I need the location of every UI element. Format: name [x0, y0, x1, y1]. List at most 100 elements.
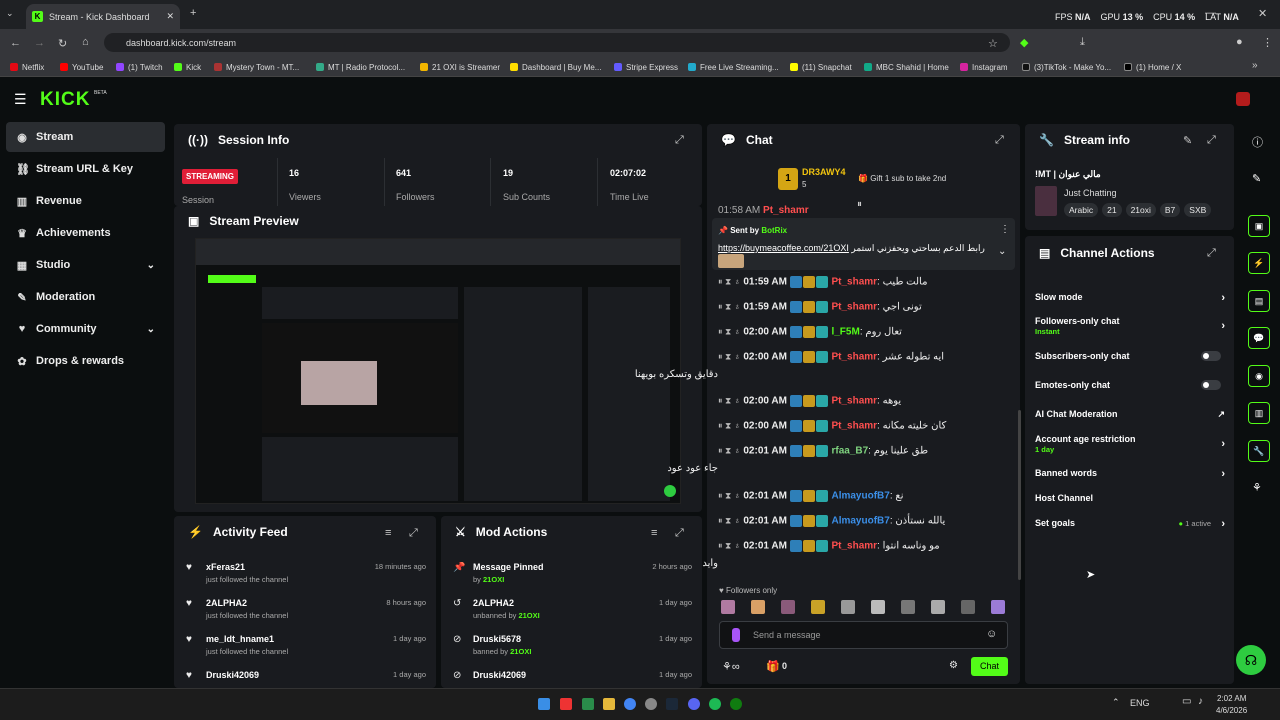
pinned-message[interactable]: 📌 Sent by BotRix ⋮ https://buymeacoffee.…	[712, 218, 1015, 270]
emoji-picker-icon[interactable]: ☺	[986, 628, 997, 640]
emote-icon[interactable]	[751, 600, 765, 614]
send-chat-button[interactable]: Chat	[971, 657, 1008, 676]
edit-rail-icon[interactable]: ✎	[1252, 172, 1261, 185]
new-tab-icon[interactable]: +	[190, 7, 196, 19]
gifter-name[interactable]: DR3AWY4	[802, 167, 846, 177]
chat-username[interactable]: Pt_shamr	[831, 352, 877, 363]
feed-name[interactable]: 2ALPHA2	[206, 598, 247, 608]
bookmark-star-icon[interactable]: ☆	[988, 37, 998, 50]
feed-name[interactable]: me_ldt_hname1	[206, 634, 274, 644]
set-goals-action[interactable]: Set goals ● 1 active ›	[1035, 518, 1225, 530]
category-name[interactable]: Just Chatting	[1064, 188, 1117, 198]
chat-username[interactable]: Pt_shamr	[831, 396, 877, 407]
bookmark-5[interactable]: MT | Radio Protocol...	[316, 57, 405, 77]
slow-mode-action[interactable]: Slow mode ›	[1035, 292, 1225, 304]
pinned-link[interactable]: https://buymeacoffee.com/21OXI	[718, 243, 849, 253]
reload-icon[interactable]: ↻	[58, 37, 67, 50]
feed-name[interactable]: xFeras21	[206, 562, 245, 572]
language-indicator[interactable]: ENG	[1130, 698, 1150, 708]
sidebar-item-achievements[interactable]: ♛ Achievements	[6, 218, 165, 248]
bookmark-2[interactable]: (1) Twitch	[116, 57, 163, 77]
expand-icon[interactable]: ⤢	[995, 134, 1004, 147]
mod-who[interactable]: 21OXI	[518, 611, 539, 620]
mod-who[interactable]: 21OXI	[483, 575, 504, 584]
rail-btn-1[interactable]: ▣	[1248, 215, 1270, 237]
kick-logo[interactable]: KICK	[40, 89, 90, 111]
chat-username[interactable]: l_F5M	[831, 327, 859, 338]
extension-shield-icon[interactable]: ◆	[1020, 36, 1028, 49]
mod-who[interactable]: 21OXI	[510, 647, 531, 656]
volume-icon[interactable]: ♪	[1198, 696, 1203, 707]
chat-settings-icon[interactable]: ⚙	[949, 660, 958, 671]
minimize-icon[interactable]: —	[1205, 7, 1216, 19]
profile-avatar-icon[interactable]: ●	[1236, 36, 1243, 48]
chat-username[interactable]: rfaa_B7	[831, 446, 868, 457]
info-icon[interactable]: ⓘ	[1252, 134, 1263, 150]
expand-icon[interactable]: ⤢	[1207, 247, 1216, 260]
tag-chip[interactable]: 21	[1102, 203, 1122, 217]
sidebar-item-moderation[interactable]: ✎ Moderation	[6, 282, 165, 312]
emote-icon[interactable]	[811, 600, 825, 614]
support-headset-icon[interactable]: ☊	[1236, 645, 1266, 675]
close-window-icon[interactable]: ✕	[1258, 7, 1267, 20]
bookmark-9[interactable]: Free Live Streaming...	[688, 57, 779, 77]
banned-words-action[interactable]: Banned words ›	[1035, 468, 1225, 480]
gift-box-icon[interactable]: 🎁	[766, 660, 780, 673]
pinned-author[interactable]: BotRix	[761, 226, 787, 235]
forward-icon[interactable]: →	[34, 37, 45, 49]
emote-icon[interactable]	[841, 600, 855, 614]
edit-icon[interactable]: ✎	[1183, 134, 1192, 147]
menu-kebab-icon[interactable]: ⋮	[1262, 36, 1273, 49]
windows-start-icon[interactable]	[538, 698, 550, 710]
clock-time[interactable]: 2:02 AM	[1217, 694, 1246, 703]
emote-icon[interactable]	[991, 600, 1005, 614]
expand-icon[interactable]: ⤢	[675, 134, 684, 147]
bookmark-3[interactable]: Kick	[174, 57, 201, 77]
chat-username[interactable]: Pt_shamr	[831, 277, 877, 288]
bookmark-0[interactable]: Netflix	[10, 57, 44, 77]
browser-tab[interactable]: K Stream - Kick Dashboard ✕	[26, 4, 180, 29]
bookmark-6[interactable]: 21 OXI is Streamer	[420, 57, 500, 77]
bookmark-1[interactable]: YouTube	[60, 57, 103, 77]
sidebar-item-drops-rewards[interactable]: ✿ Drops & rewards	[6, 346, 165, 376]
more-bookmarks-icon[interactable]: »	[1252, 60, 1258, 71]
sidebar-item-revenue[interactable]: ▥ Revenue	[6, 186, 165, 216]
sidebar-item-stream-url-key[interactable]: ⛓ Stream URL & Key	[6, 154, 165, 184]
taskbar-steam-icon[interactable]	[666, 698, 678, 710]
bookmark-10[interactable]: (11) Snapchat	[790, 57, 852, 77]
chat-username[interactable]: Pt_shamr	[831, 541, 877, 552]
rail-btn-7[interactable]: 🔧	[1248, 440, 1270, 462]
network-icon[interactable]: ▭	[1182, 696, 1191, 707]
chat-username[interactable]: Pt_shamr	[763, 205, 809, 215]
tray-chevron-icon[interactable]: ⌃	[1112, 697, 1120, 708]
account-age-action[interactable]: Account age restriction 1 day ›	[1035, 434, 1225, 454]
more-options-icon[interactable]: ⋮	[1000, 224, 1010, 235]
chat-username[interactable]: AlmayuofB7	[831, 491, 889, 502]
bookmark-11[interactable]: MBC Shahid | Home	[864, 57, 949, 77]
sidebar-item-community[interactable]: ♥ Community ⌄	[6, 314, 165, 344]
bookmark-4[interactable]: Mystery Town - MT...	[214, 57, 299, 77]
taskbar-spotify-icon[interactable]	[709, 698, 721, 710]
tag-chip[interactable]: B7	[1159, 203, 1181, 217]
taskbar-discord-icon[interactable]	[688, 698, 700, 710]
filter-icon[interactable]: ≡	[385, 527, 391, 539]
taskbar-chrome-icon[interactable]	[624, 698, 636, 710]
host-channel-action[interactable]: Host Channel	[1035, 493, 1225, 503]
feed-name[interactable]: Druski42069	[206, 670, 259, 680]
hamburger-menu-icon[interactable]: ☰	[14, 91, 27, 108]
mod-name[interactable]: 2ALPHA2	[473, 598, 514, 608]
taskbar-excel-icon[interactable]	[582, 698, 594, 710]
rail-btn-2[interactable]: ⚡	[1248, 252, 1270, 274]
tab-list-icon[interactable]: ⌄	[6, 8, 14, 19]
url-input[interactable]: dashboard.kick.com/stream	[104, 33, 1010, 52]
followers-only-action[interactable]: Followers-only chat Instant ›	[1035, 316, 1225, 336]
rail-btn-5[interactable]: ◉	[1248, 365, 1270, 387]
subscribers-only-toggle[interactable]	[1201, 351, 1221, 361]
emote-icon[interactable]	[721, 600, 735, 614]
taskbar-explorer-icon[interactable]	[603, 698, 615, 710]
taskbar-xbox-icon[interactable]	[730, 698, 742, 710]
rail-btn-3[interactable]: ▤	[1248, 290, 1270, 312]
bookmark-8[interactable]: Stripe Express	[614, 57, 678, 77]
bookmark-12[interactable]: Instagram	[960, 57, 1008, 77]
expand-icon[interactable]: ⤢	[1207, 134, 1216, 147]
